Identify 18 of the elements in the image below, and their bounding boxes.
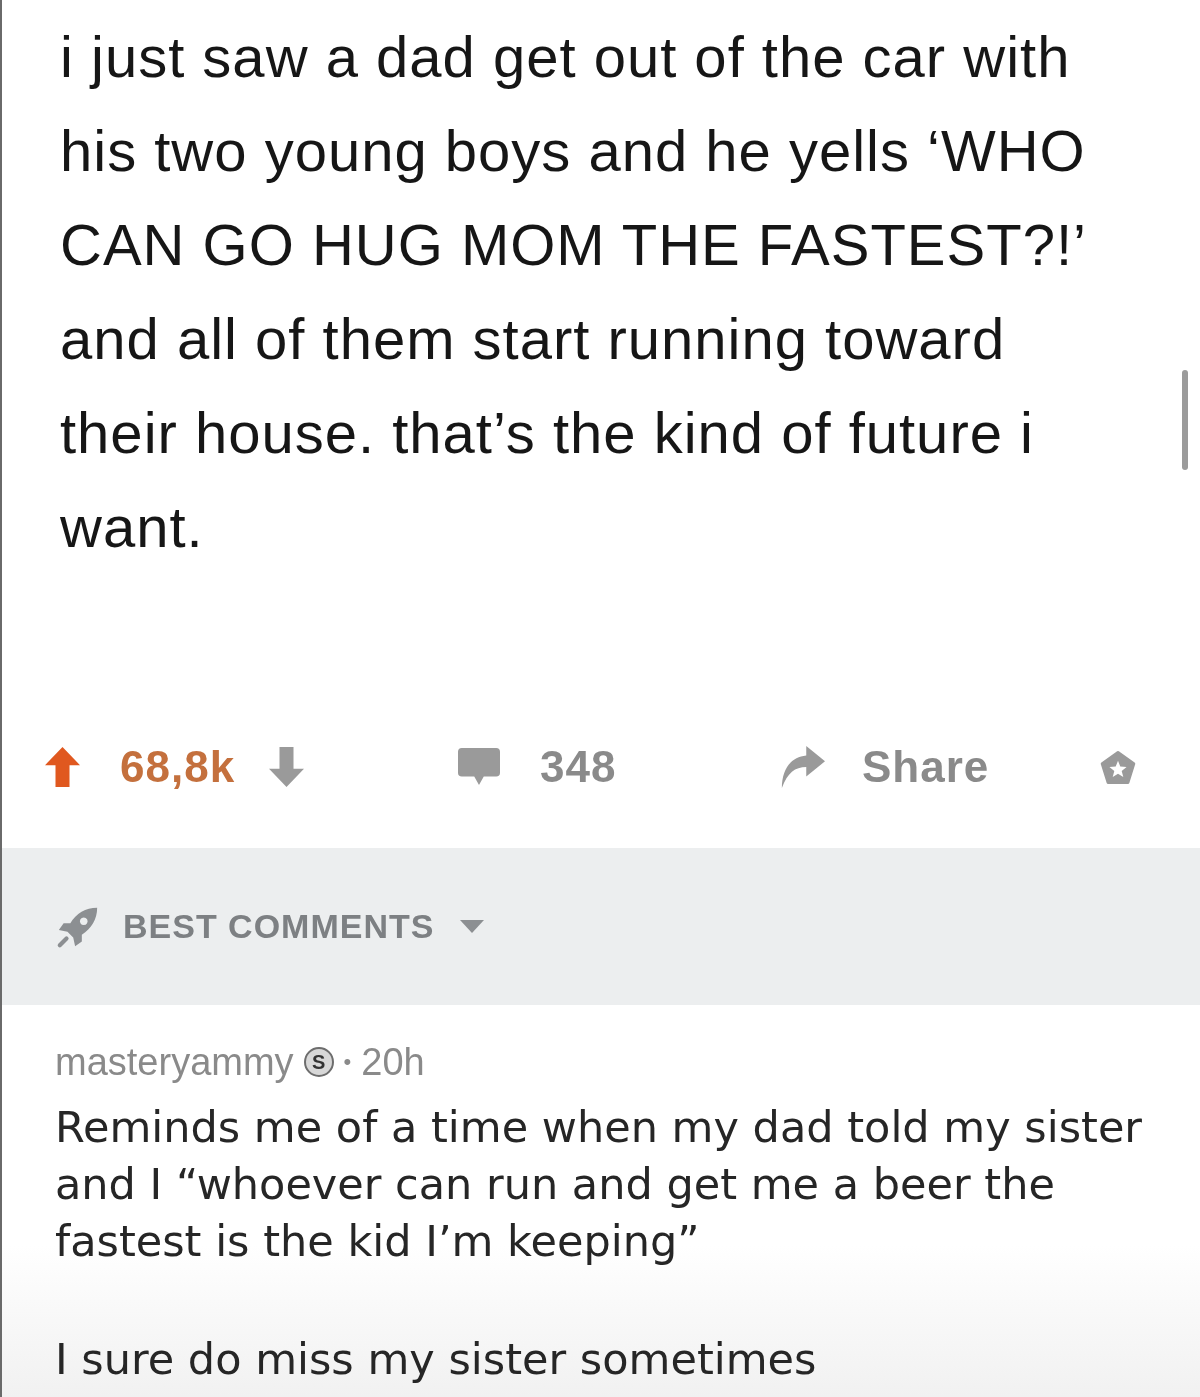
comment-text: Reminds me of a time when my dad told my sister and I “whoever can run and get me a beer the fastest is the kid I’m keeping” [55, 1101, 1144, 1268]
comment-bubble-icon [458, 748, 500, 786]
separator-dot: • [343, 1049, 352, 1075]
share-button[interactable]: Share [780, 742, 990, 792]
vote-score: 68,8k [120, 742, 236, 792]
comments-button[interactable]: 348 [458, 742, 617, 792]
comment-text: I sure do miss my sister sometimes [55, 1333, 818, 1386]
share-arrow-icon [780, 746, 825, 788]
sort-dropdown[interactable]: BEST COMMENTS [55, 903, 485, 950]
downvote-icon[interactable] [269, 747, 305, 787]
post-text: i just saw a dad get out of the car with his two young boys and he yells ‘WHO CAN GO HUG MOM THE FASTEST?!’ and all of them start running toward their house. that’s the kind of future i want. [60, 23, 1087, 561]
star-badge-icon[interactable] [1100, 749, 1136, 785]
comment-age: 20h [361, 1040, 425, 1084]
comment-author[interactable]: masteryammy [55, 1040, 294, 1084]
upvote-icon[interactable] [45, 747, 80, 787]
caret-down-icon [460, 920, 485, 933]
user-badge: S [303, 1047, 334, 1077]
scrollbar-thumb[interactable] [1182, 370, 1188, 470]
